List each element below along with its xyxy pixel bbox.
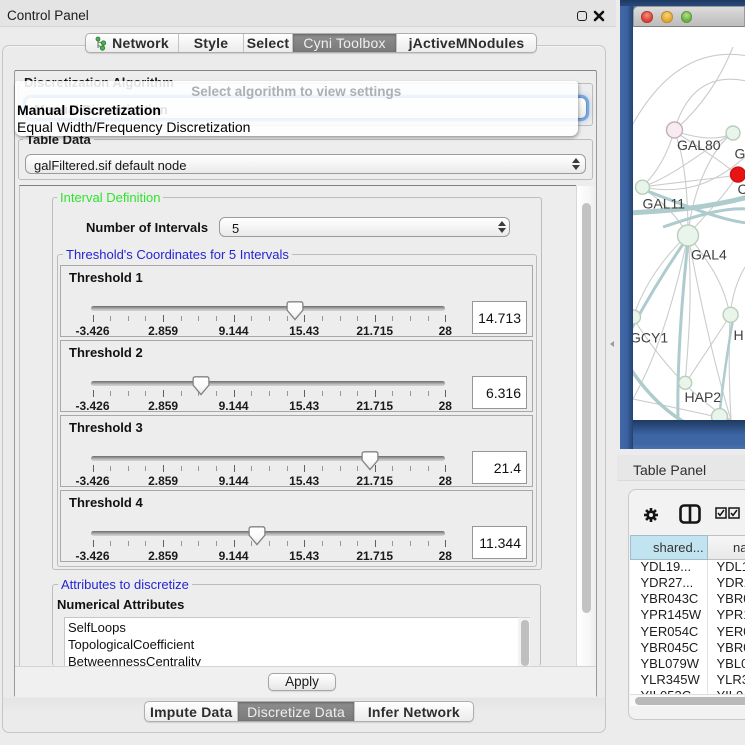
svg-text:GCY1: GCY1	[633, 330, 668, 346]
svg-text:G...: G...	[735, 146, 745, 162]
svg-text:H: H	[734, 327, 744, 343]
svg-text:C...: C...	[738, 181, 745, 197]
svg-text:GAL11: GAL11	[643, 196, 686, 212]
svg-text:GAL4: GAL4	[691, 247, 727, 263]
svg-text:HAP2: HAP2	[685, 389, 722, 405]
svg-text:GAL80: GAL80	[677, 137, 721, 153]
